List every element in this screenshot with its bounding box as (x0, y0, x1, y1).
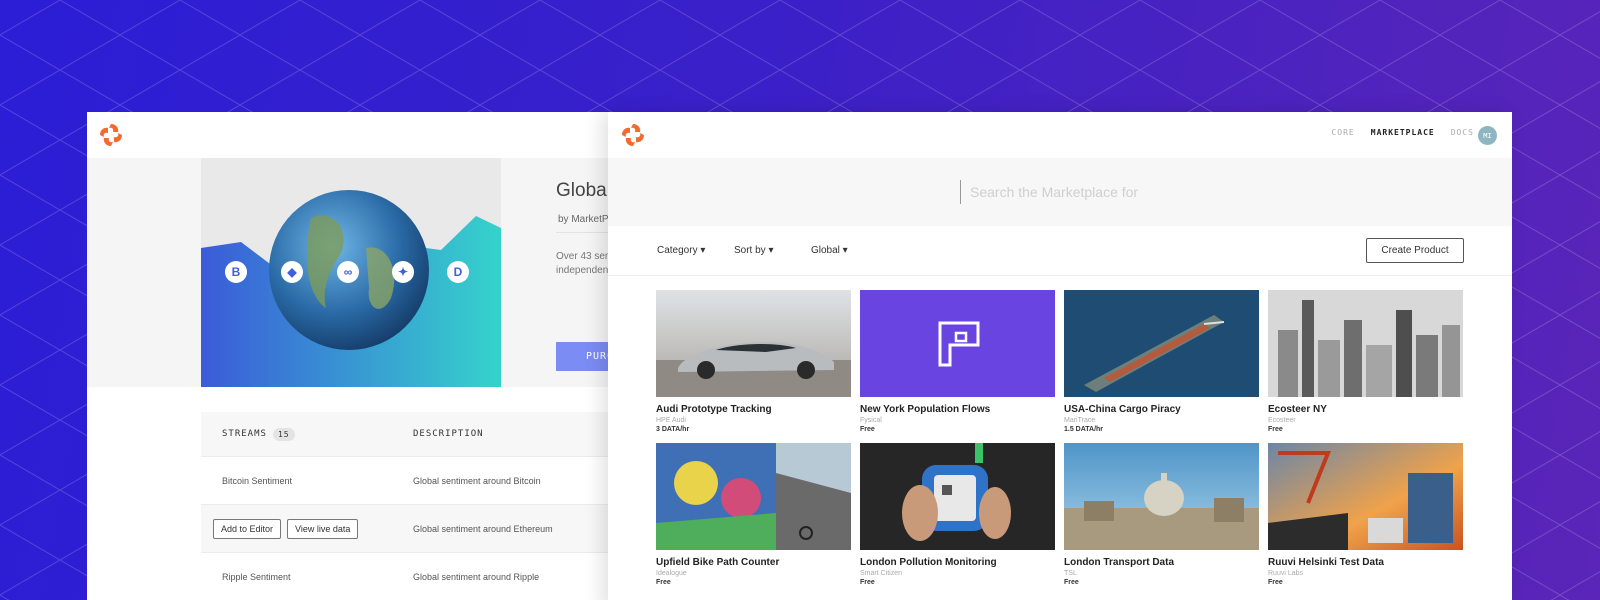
sort-by-dropdown[interactable]: Sort by ▾ (734, 245, 773, 256)
product-card[interactable]: Audi Prototype Tracking HPE Audi 3 DATA/… (656, 290, 851, 433)
product-grid: Audi Prototype Tracking HPE Audi 3 DATA/… (656, 290, 1463, 586)
product-owner: by MarketP (558, 214, 609, 225)
product-card[interactable]: London Transport Data TSL Free (1064, 443, 1259, 586)
product-price: Free (860, 579, 875, 586)
dash-icon: D (447, 261, 469, 283)
table-row[interactable]: Bitcoin Sentiment Global sentiment aroun… (201, 456, 627, 504)
create-product-button[interactable]: Create Product (1366, 238, 1464, 263)
product-window-header (87, 112, 627, 158)
streams-count-badge: 15 (272, 427, 295, 441)
product-title: New York Population Flows (860, 404, 991, 415)
nav-core[interactable]: CORE (1331, 128, 1354, 137)
streams-header-label: STREAMS (222, 429, 267, 439)
product-title: Audi Prototype Tracking (656, 404, 772, 415)
streams-table: STREAMS 15 DESCRIPTION Bitcoin Sentiment… (201, 412, 627, 600)
description-header: DESCRIPTION (413, 429, 484, 439)
product-price: 1.5 DATA/hr (1064, 426, 1104, 433)
product-price: Free (860, 426, 875, 433)
streams-table-header: STREAMS 15 DESCRIPTION (201, 412, 627, 456)
table-row[interactable]: Add to Editor View live data Global sent… (201, 504, 627, 552)
streamr-logo-icon[interactable] (620, 122, 646, 148)
stream-description: Global sentiment around Ethereum (413, 523, 553, 534)
search-input[interactable] (970, 180, 1370, 204)
product-title: London Pollution Monitoring (860, 557, 997, 568)
product-thumbnail (860, 290, 1055, 397)
product-title: Ecosteer NY (1268, 404, 1327, 415)
product-hero: B ◆ ∞ ✦ D Global by MarketP Over 43 sen … (87, 158, 627, 387)
product-owner: HPE Audi (656, 417, 686, 424)
product-price: Free (1268, 579, 1283, 586)
search-divider (960, 180, 961, 204)
product-owner: Idealogue (656, 570, 687, 577)
product-thumbnail (1268, 290, 1463, 397)
stream-name: Bitcoin Sentiment (222, 475, 293, 486)
table-row[interactable]: Ripple Sentiment Global sentiment around… (201, 552, 627, 600)
nav-marketplace[interactable]: MARKETPLACE (1371, 128, 1435, 137)
product-title: USA-China Cargo Piracy (1064, 404, 1181, 415)
product-window: B ◆ ∞ ✦ D Global by MarketP Over 43 sen … (87, 112, 627, 600)
product-title: Upfield Bike Path Counter (656, 557, 780, 568)
product-title: Ruuvi Helsinki Test Data (1268, 557, 1384, 568)
ripple-icon: ✦ (392, 261, 414, 283)
product-card[interactable]: Ecosteer NY Ecosteer Free (1268, 290, 1463, 433)
product-thumbnail (1064, 443, 1259, 550)
product-thumbnail (860, 443, 1055, 550)
stream-description: Global sentiment around Bitcoin (413, 475, 541, 486)
category-dropdown[interactable]: Category ▾ (657, 245, 705, 256)
product-card[interactable]: Upfield Bike Path Counter Idealogue Free (656, 443, 851, 586)
marketplace-window: CORE MARKETPLACE DOCS MI Category ▾ Sort… (608, 112, 1512, 600)
stream-name: Ripple Sentiment (222, 571, 291, 582)
product-owner: Fysical (860, 417, 882, 424)
add-to-editor-button[interactable]: Add to Editor (213, 518, 282, 539)
golem-icon: ∞ (337, 261, 359, 283)
product-owner: MariTrace (1064, 417, 1096, 424)
streamr-logo-icon[interactable] (98, 122, 124, 148)
bitcoin-icon: B (225, 261, 247, 283)
product-owner: Smart Citizen (860, 570, 903, 577)
product-price: 3 DATA/hr (656, 426, 690, 433)
stream-description: Global sentiment around Ripple (413, 571, 540, 582)
product-card[interactable]: London Pollution Monitoring Smart Citize… (860, 443, 1055, 586)
product-card[interactable]: USA-China Cargo Piracy MariTrace 1.5 DAT… (1064, 290, 1259, 433)
view-live-data-button[interactable]: View live data (287, 518, 359, 539)
top-nav: CORE MARKETPLACE DOCS (1331, 128, 1474, 137)
search-section (608, 158, 1512, 226)
product-owner: TSL (1064, 570, 1077, 577)
filter-bar: Category ▾ Sort by ▾ Global ▾ Create Pro… (608, 226, 1512, 276)
region-dropdown[interactable]: Global ▾ (811, 245, 848, 256)
product-price: Free (1064, 579, 1079, 586)
product-title: London Transport Data (1064, 557, 1174, 568)
product-price: Free (656, 579, 671, 586)
product-price: Free (1268, 426, 1283, 433)
product-owner: Ruuvi Labs (1268, 570, 1304, 577)
product-image: B ◆ ∞ ✦ D (201, 158, 501, 387)
ethereum-icon: ◆ (281, 261, 303, 283)
product-card[interactable]: Ruuvi Helsinki Test Data Ruuvi Labs Free (1268, 443, 1463, 586)
product-card[interactable]: New York Population Flows Fysical Free (860, 290, 1055, 433)
product-thumbnail (1268, 443, 1463, 550)
avatar[interactable]: MI (1478, 126, 1497, 145)
marketplace-header: CORE MARKETPLACE DOCS MI (608, 112, 1512, 158)
nav-docs[interactable]: DOCS (1451, 128, 1474, 137)
product-thumbnail (656, 443, 851, 550)
product-owner: Ecosteer (1268, 417, 1296, 424)
product-thumbnail (656, 290, 851, 397)
product-thumbnail (1064, 290, 1259, 397)
product-title: Global (556, 180, 611, 201)
